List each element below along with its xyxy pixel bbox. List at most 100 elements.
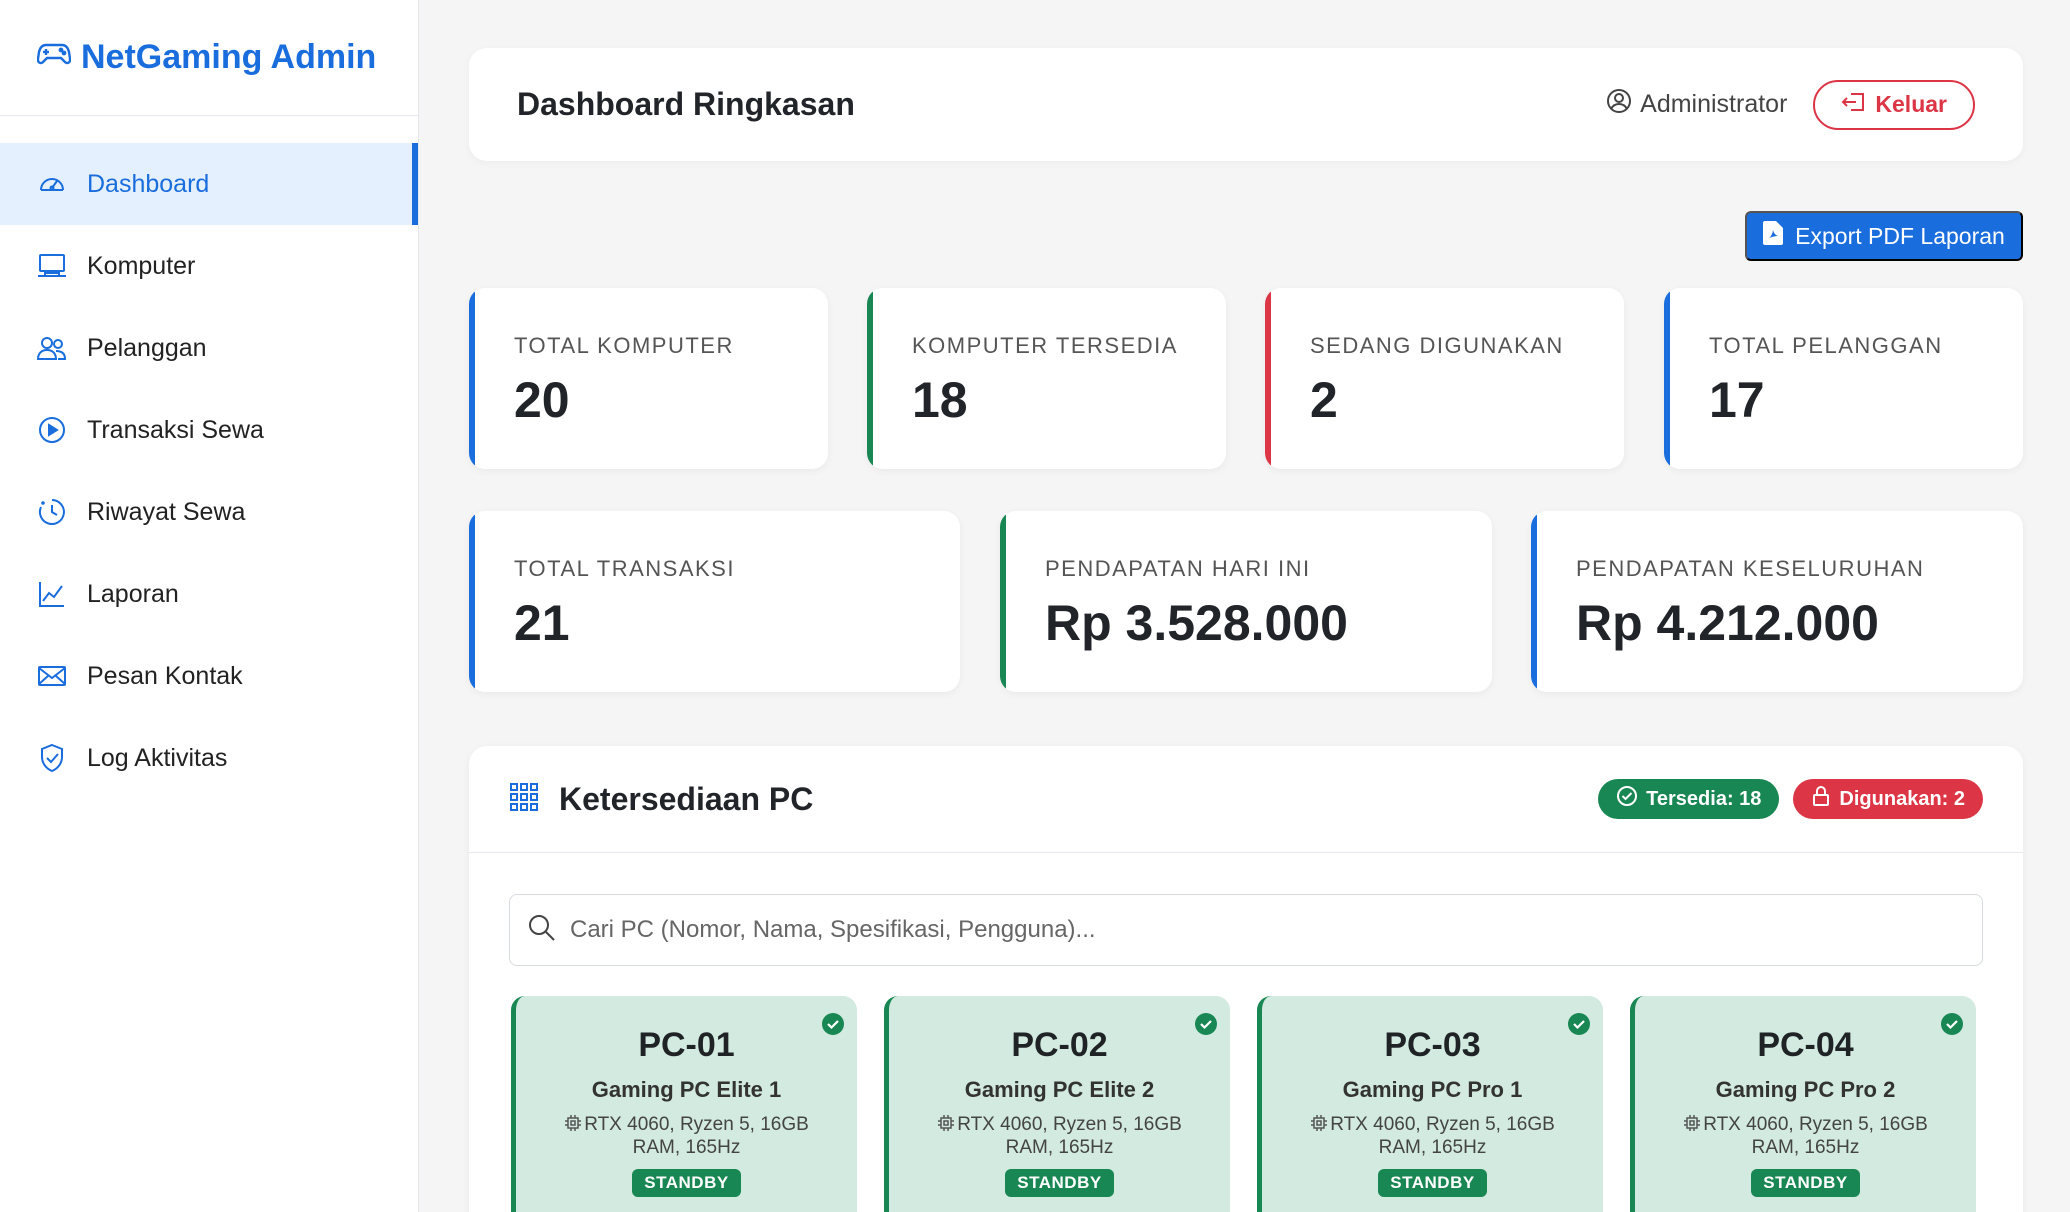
sidebar-item-label: Transaksi Sewa: [87, 415, 264, 444]
used-badge-label: Digunakan: 2: [1839, 787, 1965, 810]
available-badge: Tersedia: 18: [1598, 779, 1780, 819]
sidebar-item-label: Pelanggan: [87, 333, 207, 362]
shield-icon: [37, 743, 67, 773]
clock-history-icon: [37, 497, 67, 527]
sidebar-item-riwayat-sewa[interactable]: Riwayat Sewa: [0, 471, 418, 553]
pc-id: PC-02: [1011, 1026, 1108, 1064]
pc-id: PC-03: [1384, 1026, 1481, 1064]
cpu-icon: [1310, 1114, 1330, 1135]
file-pdf-icon: [1763, 221, 1795, 251]
check-circle-icon: [1616, 785, 1646, 813]
cpu-icon: [937, 1114, 957, 1135]
lock-icon: [1811, 785, 1839, 813]
pc-card[interactable]: PC-02 Gaming PC Elite 2 RTX 4060, Ryzen …: [884, 996, 1230, 1212]
stat-value: 21: [514, 595, 570, 651]
pc-id: PC-04: [1757, 1026, 1854, 1064]
panel-title: Ketersediaan PC: [559, 780, 814, 817]
pc-spec-text: RTX 4060, Ryzen 5, 16GB RAM, 165Hz: [584, 1114, 809, 1158]
pc-spec-text: RTX 4060, Ryzen 5, 16GB RAM, 165Hz: [957, 1114, 1182, 1158]
cpu-icon: [1683, 1114, 1703, 1135]
sidebar-item-label: Laporan: [87, 579, 179, 608]
pc-spec: RTX 4060, Ryzen 5, 16GB RAM, 165Hz: [1635, 1113, 1976, 1159]
gamepad-icon: [36, 38, 81, 77]
sidebar-item-laporan[interactable]: Laporan: [0, 553, 418, 635]
stat-sedang-digunakan: SEDANG DIGUNAKAN 2: [1265, 288, 1624, 469]
stat-label: TOTAL KOMPUTER: [514, 333, 734, 358]
cpu-icon: [564, 1114, 584, 1135]
pc-id: PC-01: [638, 1026, 735, 1064]
check-circle-icon: [821, 1012, 845, 1041]
search-box: [509, 894, 1983, 966]
pc-spec-text: RTX 4060, Ryzen 5, 16GB RAM, 165Hz: [1703, 1114, 1928, 1158]
laptop-icon: [37, 251, 67, 281]
logout-label: Keluar: [1875, 91, 1947, 117]
status-badge: STANDBY: [1005, 1169, 1114, 1197]
status-badge: STANDBY: [1751, 1169, 1860, 1197]
user-circle-icon: [1606, 88, 1640, 121]
available-badge-label: Tersedia: 18: [1646, 787, 1762, 810]
availability-panel: Ketersediaan PC Tersedia: 18 Digunakan: …: [469, 746, 2023, 1212]
stat-value: 17: [1709, 372, 1765, 428]
user-info: Administrator: [1606, 88, 1787, 121]
logout-button[interactable]: Keluar: [1813, 79, 1975, 130]
export-pdf-button[interactable]: Export PDF Laporan: [1745, 211, 2023, 261]
search-input[interactable]: [570, 916, 1950, 944]
sidebar-item-label: Komputer: [87, 251, 196, 280]
stat-value: 2: [1310, 372, 1338, 428]
stat-total-komputer: TOTAL KOMPUTER 20: [469, 288, 828, 469]
sidebar-item-dashboard[interactable]: Dashboard: [0, 143, 418, 225]
grid-icon: [509, 782, 539, 817]
stat-pendapatan-keseluruhan: PENDAPATAN KESELURUHAN Rp 4.212.000: [1531, 511, 2023, 692]
stat-label: TOTAL PELANGGAN: [1709, 333, 1943, 358]
check-circle-icon: [1194, 1012, 1218, 1041]
panel-header: Ketersediaan PC Tersedia: 18 Digunakan: …: [469, 746, 2023, 853]
stat-value: Rp 4.212.000: [1576, 595, 1879, 651]
sidebar-item-transaksi-sewa[interactable]: Transaksi Sewa: [0, 389, 418, 471]
pc-spec: RTX 4060, Ryzen 5, 16GB RAM, 165Hz: [1262, 1113, 1603, 1159]
pc-card[interactable]: PC-01 Gaming PC Elite 1 RTX 4060, Ryzen …: [511, 996, 857, 1212]
sidebar-item-pelanggan[interactable]: Pelanggan: [0, 307, 418, 389]
sidebar-item-pesan-kontak[interactable]: Pesan Kontak: [0, 635, 418, 717]
sidebar-item-komputer[interactable]: Komputer: [0, 225, 418, 307]
envelope-icon: [37, 661, 67, 691]
pc-spec-text: RTX 4060, Ryzen 5, 16GB RAM, 165Hz: [1330, 1114, 1555, 1158]
check-circle-icon: [1940, 1012, 1964, 1041]
people-icon: [37, 333, 67, 363]
logout-icon: [1841, 91, 1875, 118]
sidebar-item-label: Pesan Kontak: [87, 661, 243, 690]
export-pdf-label: Export PDF Laporan: [1795, 222, 2005, 249]
used-badge: Digunakan: 2: [1793, 779, 1983, 819]
pc-name: Gaming PC Pro 2: [1715, 1077, 1896, 1102]
pc-card[interactable]: PC-04 Gaming PC Pro 2 RTX 4060, Ryzen 5,…: [1630, 996, 1976, 1212]
sidebar-menu: Dashboard Komputer Pelanggan Transaksi S…: [0, 143, 418, 799]
stat-label: PENDAPATAN KESELURUHAN: [1576, 556, 1925, 581]
stat-total-transaksi: TOTAL TRANSAKSI 21: [469, 511, 960, 692]
pc-spec: RTX 4060, Ryzen 5, 16GB RAM, 165Hz: [516, 1113, 857, 1159]
user-name: Administrator: [1640, 90, 1788, 118]
speedometer-icon: [37, 169, 67, 199]
sidebar-item-log-aktivitas[interactable]: Log Aktivitas: [0, 717, 418, 799]
check-circle-icon: [1567, 1012, 1591, 1041]
status-badge: STANDBY: [632, 1169, 741, 1197]
sidebar-item-label: Dashboard: [87, 169, 210, 198]
brand-name: NetGaming Admin: [81, 38, 377, 76]
brand[interactable]: NetGaming Admin: [0, 0, 418, 116]
search-icon: [528, 914, 556, 947]
stat-label: PENDAPATAN HARI INI: [1045, 556, 1311, 581]
sidebar: NetGaming Admin Dashboard Komputer Pelan…: [0, 0, 419, 1212]
pc-name: Gaming PC Pro 1: [1342, 1077, 1523, 1102]
stat-komputer-tersedia: KOMPUTER TERSEDIA 18: [867, 288, 1226, 469]
stat-label: SEDANG DIGUNAKAN: [1310, 333, 1564, 358]
sidebar-item-label: Log Aktivitas: [87, 743, 228, 772]
stat-pendapatan-hari-ini: PENDAPATAN HARI INI Rp 3.528.000: [1000, 511, 1492, 692]
pc-spec: RTX 4060, Ryzen 5, 16GB RAM, 165Hz: [889, 1113, 1230, 1159]
stat-value: 18: [912, 372, 968, 428]
pc-name: Gaming PC Elite 1: [591, 1077, 782, 1102]
stat-label: KOMPUTER TERSEDIA: [912, 333, 1178, 358]
status-badge: STANDBY: [1378, 1169, 1487, 1197]
header-card: Dashboard Ringkasan Administrator Keluar: [469, 48, 2023, 161]
graph-icon: [37, 579, 67, 609]
stat-value: Rp 3.528.000: [1045, 595, 1348, 651]
pc-name: Gaming PC Elite 2: [964, 1077, 1155, 1102]
pc-card[interactable]: PC-03 Gaming PC Pro 1 RTX 4060, Ryzen 5,…: [1257, 996, 1603, 1212]
